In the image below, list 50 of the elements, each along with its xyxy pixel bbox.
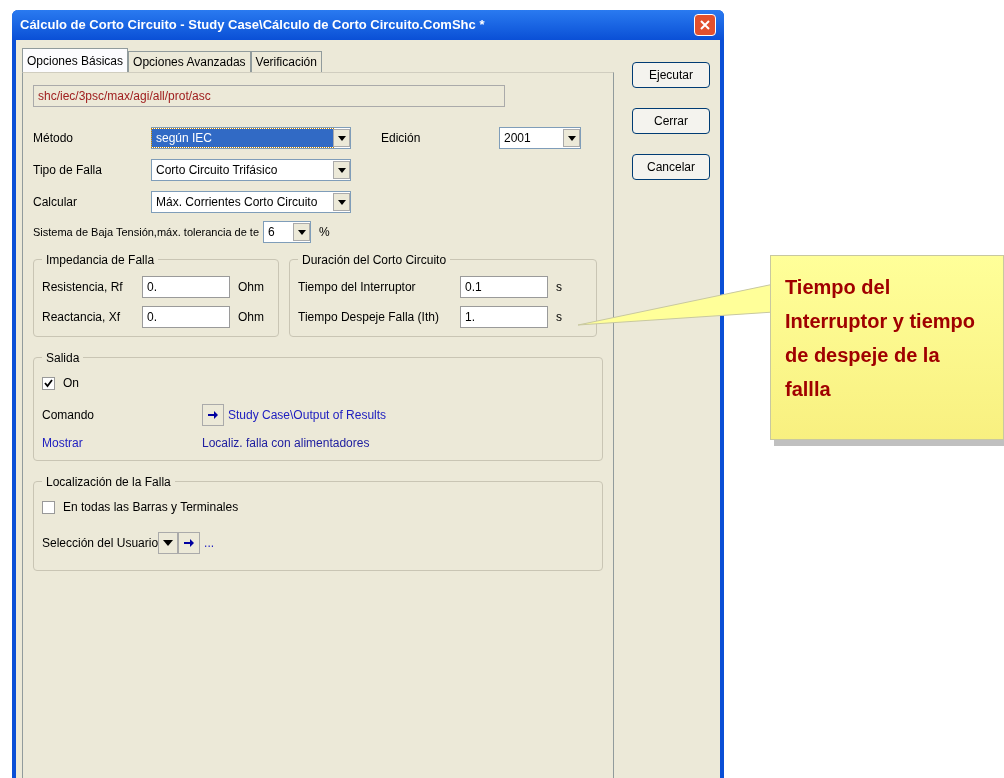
jump-arrow-button[interactable] bbox=[202, 404, 224, 426]
triangle-down-icon bbox=[163, 540, 174, 546]
tab[interactable]: Opciones Avanzadas bbox=[128, 51, 251, 72]
checkbox[interactable] bbox=[42, 376, 55, 390]
checkbox-label: En todas las Barras y Terminales bbox=[63, 499, 239, 516]
window-title: Cálculo de Corto Circuito - Study Case\Cálculo de Corto Circuito.ComShc * bbox=[20, 16, 485, 35]
unit-label: % bbox=[319, 224, 330, 241]
field-label: Resistencia, Rf bbox=[42, 279, 124, 296]
text-field[interactable]: 0. bbox=[142, 276, 230, 298]
field-label: Edición bbox=[381, 130, 422, 147]
jump-arrow-button[interactable] bbox=[178, 532, 201, 554]
checkbox-label: On bbox=[63, 375, 79, 392]
command-path-field: shc/iec/3psc/max/agi/all/prot/asc bbox=[33, 85, 505, 107]
ellipsis: ... bbox=[204, 535, 215, 552]
close-button[interactable] bbox=[694, 14, 716, 36]
field-label: Tipo de Falla bbox=[33, 162, 103, 179]
tab[interactable]: Verificación bbox=[250, 51, 322, 72]
field-label: Método bbox=[33, 130, 75, 147]
text-field[interactable]: 1. bbox=[460, 306, 548, 328]
field-label: Tiempo Despeje Falla (Ith) bbox=[298, 309, 440, 326]
dialog-button[interactable]: Cerrar bbox=[632, 108, 710, 134]
unit-label: Ohm bbox=[238, 279, 264, 296]
unit-label: s bbox=[556, 279, 562, 296]
checkbox[interactable] bbox=[42, 500, 55, 514]
show-link[interactable]: Mostrar bbox=[42, 434, 202, 452]
callout-text: Tiempo del Interruptor y tiempo de despeje de la fallla bbox=[785, 275, 976, 402]
dropdown[interactable]: Máx. Corrientes Corto Circuito bbox=[151, 191, 351, 213]
dialog-button[interactable]: Ejecutar bbox=[632, 62, 710, 88]
arrow-right-icon bbox=[184, 539, 195, 547]
field-label: Sistema de Baja Tensión,máx. tolerancia de te bbox=[33, 224, 260, 240]
field-label: Tiempo del Interruptor bbox=[298, 279, 417, 296]
text-field[interactable]: 0.1 bbox=[460, 276, 548, 298]
dropdown[interactable]: Corto Circuito Trifásico bbox=[151, 159, 351, 181]
show-value: Localiz. falla con alimentadores bbox=[202, 435, 370, 452]
tab[interactable]: Opciones Básicas bbox=[22, 48, 129, 72]
output-command-link[interactable]: Study Case\Output of Results bbox=[228, 406, 387, 424]
field-label: Calcular bbox=[33, 194, 78, 211]
close-icon bbox=[700, 20, 710, 30]
unit-label: s bbox=[556, 309, 562, 326]
dropdown[interactable]: 6 bbox=[263, 221, 312, 243]
field-label: Selección del Usuario bbox=[42, 535, 159, 552]
arrow-right-icon bbox=[208, 411, 218, 419]
field-label: Comando bbox=[42, 407, 96, 424]
dropdown[interactable]: según IEC bbox=[151, 127, 351, 149]
text-field[interactable]: 0. bbox=[142, 306, 230, 328]
dropdown-arrow-button[interactable] bbox=[158, 532, 179, 554]
dropdown[interactable]: 2001 bbox=[499, 127, 581, 149]
field-label: Reactancia, Xf bbox=[42, 309, 122, 326]
unit-label: Ohm bbox=[238, 309, 264, 326]
dialog-button[interactable]: Cancelar bbox=[632, 154, 710, 180]
